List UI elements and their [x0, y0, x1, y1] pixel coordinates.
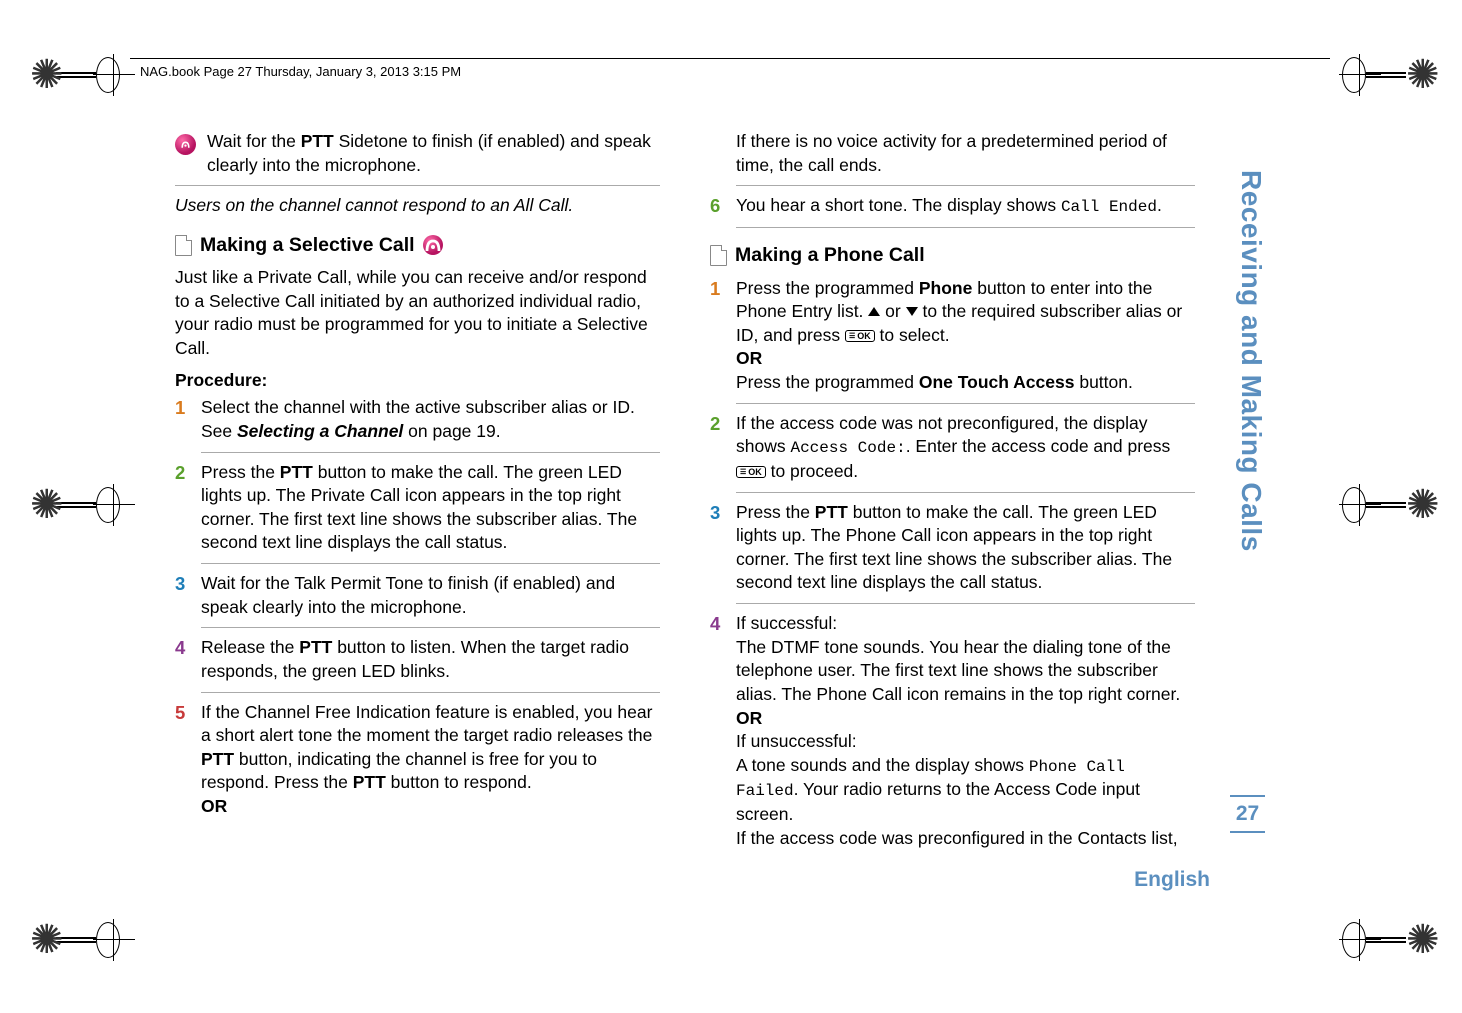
phone-step-2: 2 If the access code was not preconfigur… [710, 412, 1195, 484]
divider [736, 185, 1195, 186]
step-number: 3 [710, 501, 726, 596]
step-2: 2 Press the PTT button to make the call.… [175, 461, 660, 556]
divider [201, 627, 660, 628]
step-body: Press the PTT button to make the call. T… [736, 501, 1195, 596]
registration-mark [1342, 55, 1432, 95]
divider [736, 492, 1195, 493]
step-number: 5 [175, 701, 191, 819]
registration-mark [1342, 920, 1432, 960]
page-icon [175, 235, 192, 256]
procedure-label: Procedure: [175, 369, 660, 393]
step-3: 3 Wait for the Talk Permit Tone to finis… [175, 572, 660, 619]
divider [736, 603, 1195, 604]
antenna-icon [175, 130, 197, 177]
phone-step-3: 3 Press the PTT button to make the call.… [710, 501, 1195, 596]
phone-step-4: 4 If successful: The DTMF tone sounds. Y… [710, 612, 1195, 850]
intro-row: Wait for the PTT Sidetone to finish (if … [175, 130, 660, 177]
step-number: 6 [710, 194, 726, 219]
page-icon [710, 245, 727, 266]
ok-button-icon: OK [736, 466, 766, 478]
step-number: 3 [175, 572, 191, 619]
step-number: 2 [710, 412, 726, 484]
step-body: Release the PTT button to listen. When t… [201, 636, 660, 683]
heading-phone-call: Making a Phone Call [710, 242, 1195, 268]
step-body: Press the programmed Phone button to ent… [736, 277, 1195, 395]
step-body: Wait for the Talk Permit Tone to finish … [201, 572, 660, 619]
step-body: If the Channel Free Indication feature i… [201, 701, 660, 819]
header-text: NAG.book Page 27 Thursday, January 3, 20… [140, 64, 461, 79]
step-number: 2 [175, 461, 191, 556]
step-number: 1 [710, 277, 726, 395]
step-1: 1 Select the channel with the active sub… [175, 396, 660, 443]
registration-mark [30, 55, 120, 95]
step-6: 6 You hear a short tone. The display sho… [710, 194, 1195, 219]
content-area: Wait for the PTT Sidetone to finish (if … [175, 130, 1195, 854]
step-body: If successful: The DTMF tone sounds. You… [736, 612, 1195, 850]
note-text: Users on the channel cannot respond to a… [175, 194, 660, 218]
continuation-text: If there is no voice activity for a pred… [710, 130, 1195, 177]
heading-selective-call: Making a Selective Call [175, 232, 660, 258]
up-arrow-icon [868, 307, 880, 316]
step-number: 1 [175, 396, 191, 443]
language-label: English [1134, 868, 1210, 892]
divider [201, 692, 660, 693]
divider [201, 563, 660, 564]
right-column: If there is no voice activity for a pred… [710, 130, 1195, 854]
registration-mark [30, 485, 120, 525]
step-number: 4 [710, 612, 726, 850]
registration-mark [30, 920, 120, 960]
selective-desc: Just like a Private Call, while you can … [175, 266, 660, 361]
divider [736, 227, 1195, 228]
step-body: Press the PTT button to make the call. T… [201, 461, 660, 556]
header-rule [130, 58, 1330, 59]
side-tab-label: Receiving and Making Calls [1229, 170, 1267, 730]
registration-mark [1342, 485, 1432, 525]
antenna-icon [423, 235, 443, 255]
step-body: You hear a short tone. The display shows… [736, 194, 1195, 219]
left-column: Wait for the PTT Sidetone to finish (if … [175, 130, 660, 854]
phone-step-1: 1 Press the programmed Phone button to e… [710, 277, 1195, 395]
step-body: If the access code was not preconfigured… [736, 412, 1195, 484]
divider [201, 452, 660, 453]
page-number: 27 [1230, 795, 1265, 833]
down-arrow-icon [906, 307, 918, 316]
step-number: 4 [175, 636, 191, 683]
step-body: Select the channel with the active subsc… [201, 396, 660, 443]
divider [175, 185, 660, 186]
step-4: 4 Release the PTT button to listen. When… [175, 636, 660, 683]
intro-text: Wait for the PTT Sidetone to finish (if … [207, 130, 660, 177]
ok-button-icon: OK [845, 330, 875, 342]
divider [736, 403, 1195, 404]
step-5: 5 If the Channel Free Indication feature… [175, 701, 660, 819]
